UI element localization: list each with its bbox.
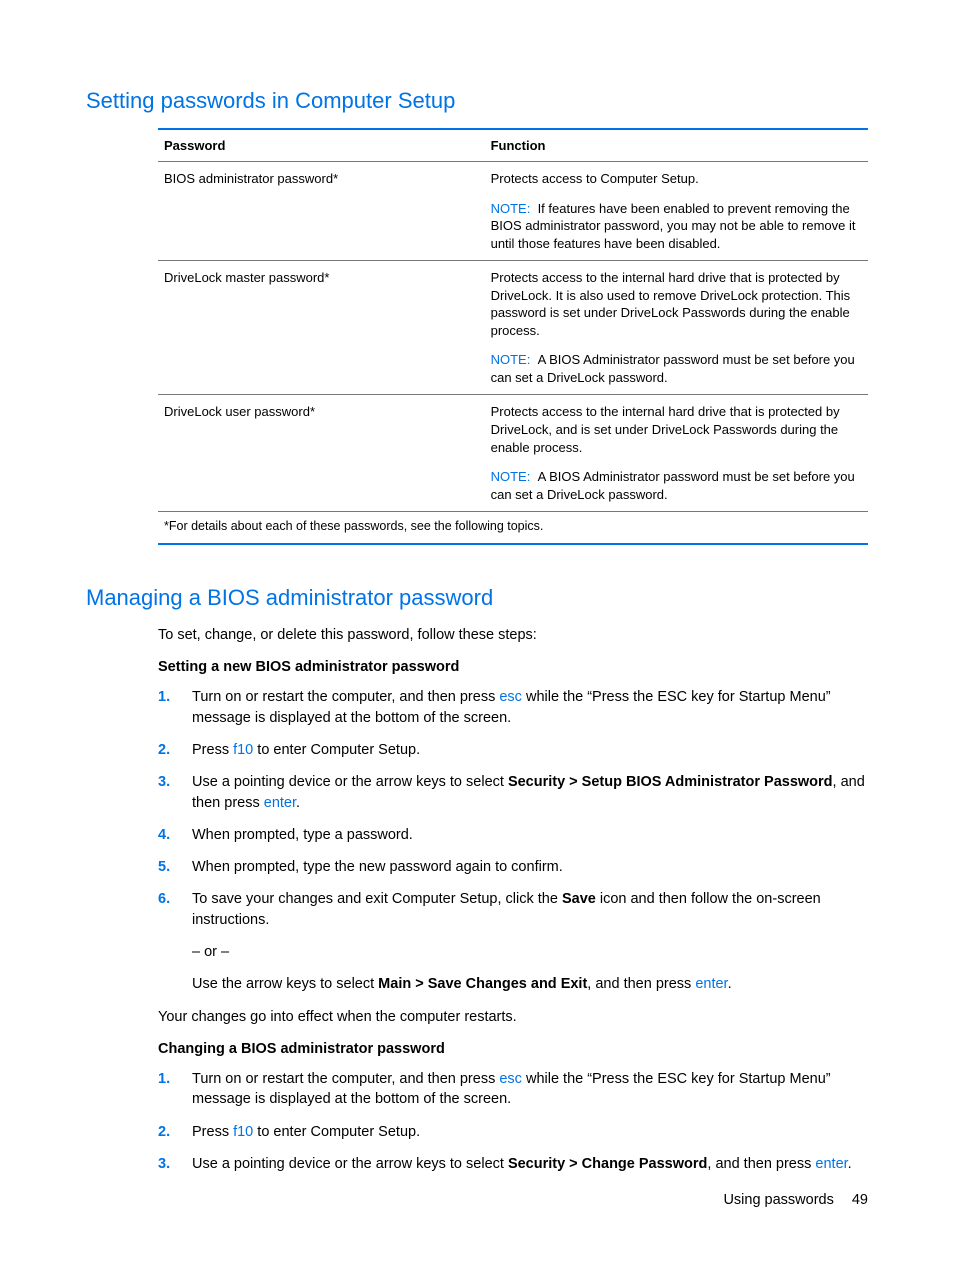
step-number: 6.: [158, 889, 192, 994]
cell-function: Protects access to Computer Setup. NOTE:…: [485, 162, 868, 261]
subheading-changing: Changing a BIOS administrator password: [158, 1041, 868, 1057]
table-footnote-row: *For details about each of these passwor…: [158, 512, 868, 544]
step-number: 5.: [158, 857, 192, 877]
step-item: 1. Turn on or restart the computer, and …: [158, 1069, 868, 1110]
key-esc: esc: [499, 1071, 522, 1087]
note-label: NOTE:: [491, 201, 531, 216]
cell-password: DriveLock master password*: [158, 261, 485, 395]
table-row: BIOS administrator password* Protects ac…: [158, 162, 868, 261]
step-text: When prompted, type a password.: [192, 825, 868, 845]
step-text: Use a pointing device or the arrow keys …: [192, 772, 868, 813]
cell-password: BIOS administrator password*: [158, 162, 485, 261]
key-enter: enter: [264, 795, 296, 811]
heading-managing-bios: Managing a BIOS administrator password: [86, 585, 868, 611]
outro-text: Your changes go into effect when the com…: [158, 1007, 868, 1027]
menu-path: Security > Setup BIOS Administrator Pass…: [508, 774, 833, 790]
step-number: 4.: [158, 825, 192, 845]
step-item: 3. Use a pointing device or the arrow ke…: [158, 1154, 868, 1174]
cell-text: Protects access to Computer Setup.: [491, 170, 862, 188]
th-function: Function: [485, 129, 868, 162]
or-separator: – or –: [192, 942, 868, 962]
table-row: DriveLock master password* Protects acce…: [158, 261, 868, 395]
subheading-setting-new: Setting a new BIOS administrator passwor…: [158, 659, 868, 675]
key-enter: enter: [815, 1156, 847, 1172]
save-icon-label: Save: [562, 891, 596, 907]
step-item: 2. Press f10 to enter Computer Setup.: [158, 1122, 868, 1142]
heading-setting-passwords: Setting passwords in Computer Setup: [86, 88, 868, 114]
steps-changing: 1. Turn on or restart the computer, and …: [158, 1069, 868, 1174]
menu-path: Security > Change Password: [508, 1156, 707, 1172]
th-password: Password: [158, 129, 485, 162]
cell-function: Protects access to the internal hard dri…: [485, 261, 868, 395]
note-text: If features have been enabled to prevent…: [491, 201, 856, 251]
key-enter: enter: [695, 976, 727, 992]
step-item: 5. When prompted, type the new password …: [158, 857, 868, 877]
note-label: NOTE:: [491, 352, 531, 367]
table-row: DriveLock user password* Protects access…: [158, 395, 868, 512]
step-number: 1.: [158, 687, 192, 728]
note-label: NOTE:: [491, 469, 531, 484]
step-number: 2.: [158, 1122, 192, 1142]
key-f10: f10: [233, 1124, 253, 1140]
intro-text: To set, change, or delete this password,…: [158, 625, 868, 645]
step-item: 4. When prompted, type a password.: [158, 825, 868, 845]
key-esc: esc: [499, 689, 522, 705]
page-number: 49: [852, 1192, 868, 1208]
key-f10: f10: [233, 742, 253, 758]
note-text: A BIOS Administrator password must be se…: [491, 352, 855, 385]
cell-note: NOTE: If features have been enabled to p…: [491, 200, 862, 253]
cell-note: NOTE: A BIOS Administrator password must…: [491, 351, 862, 386]
step-item: 6. To save your changes and exit Compute…: [158, 889, 868, 994]
step-number: 3.: [158, 1154, 192, 1174]
cell-text: Protects access to the internal hard dri…: [491, 403, 862, 456]
table-footnote: *For details about each of these passwor…: [158, 512, 868, 544]
footer-label: Using passwords: [723, 1192, 833, 1208]
step-text: Press f10 to enter Computer Setup.: [192, 1122, 868, 1142]
step-text: To save your changes and exit Computer S…: [192, 889, 868, 994]
step-number: 2.: [158, 740, 192, 760]
step-text: Use a pointing device or the arrow keys …: [192, 1154, 868, 1174]
alt-step-text: Use the arrow keys to select Main > Save…: [192, 974, 868, 994]
step-text: Press f10 to enter Computer Setup.: [192, 740, 868, 760]
passwords-table: Password Function BIOS administrator pas…: [158, 128, 868, 545]
menu-path: Main > Save Changes and Exit: [378, 976, 587, 992]
step-number: 3.: [158, 772, 192, 813]
page-footer: Using passwords 49: [723, 1192, 868, 1208]
step-text: Turn on or restart the computer, and the…: [192, 1069, 868, 1110]
step-item: 2. Press f10 to enter Computer Setup.: [158, 740, 868, 760]
step-text: When prompted, type the new password aga…: [192, 857, 868, 877]
steps-setting-new: 1. Turn on or restart the computer, and …: [158, 687, 868, 994]
cell-password: DriveLock user password*: [158, 395, 485, 512]
step-text: Turn on or restart the computer, and the…: [192, 687, 868, 728]
cell-function: Protects access to the internal hard dri…: [485, 395, 868, 512]
step-item: 1. Turn on or restart the computer, and …: [158, 687, 868, 728]
note-text: A BIOS Administrator password must be se…: [491, 469, 855, 502]
cell-note: NOTE: A BIOS Administrator password must…: [491, 468, 862, 503]
cell-text: Protects access to the internal hard dri…: [491, 269, 862, 339]
step-item: 3. Use a pointing device or the arrow ke…: [158, 772, 868, 813]
step-number: 1.: [158, 1069, 192, 1110]
